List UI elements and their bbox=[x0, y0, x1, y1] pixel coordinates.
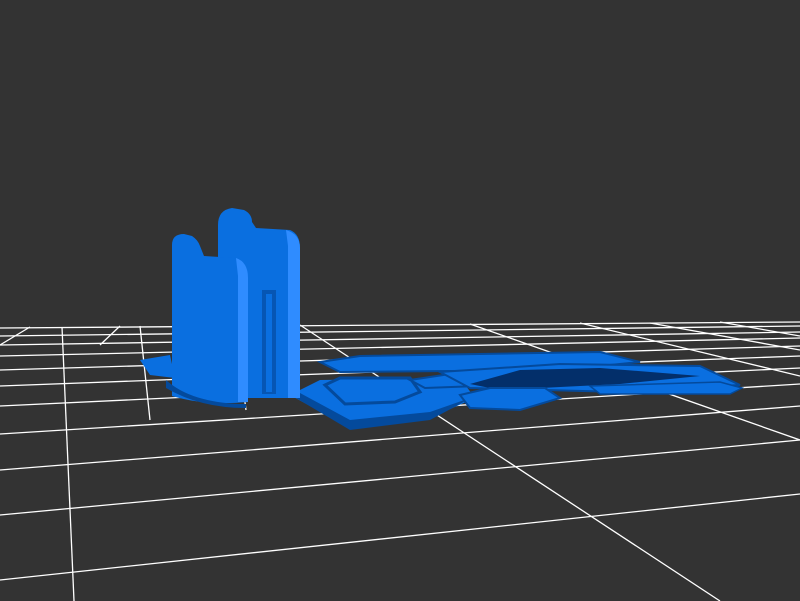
viewport-background bbox=[0, 0, 800, 601]
upright-back-slot-inner bbox=[266, 294, 272, 392]
upright-parts[interactable] bbox=[166, 208, 300, 408]
upright-back-side bbox=[286, 230, 300, 398]
3d-viewport[interactable] bbox=[0, 0, 800, 601]
